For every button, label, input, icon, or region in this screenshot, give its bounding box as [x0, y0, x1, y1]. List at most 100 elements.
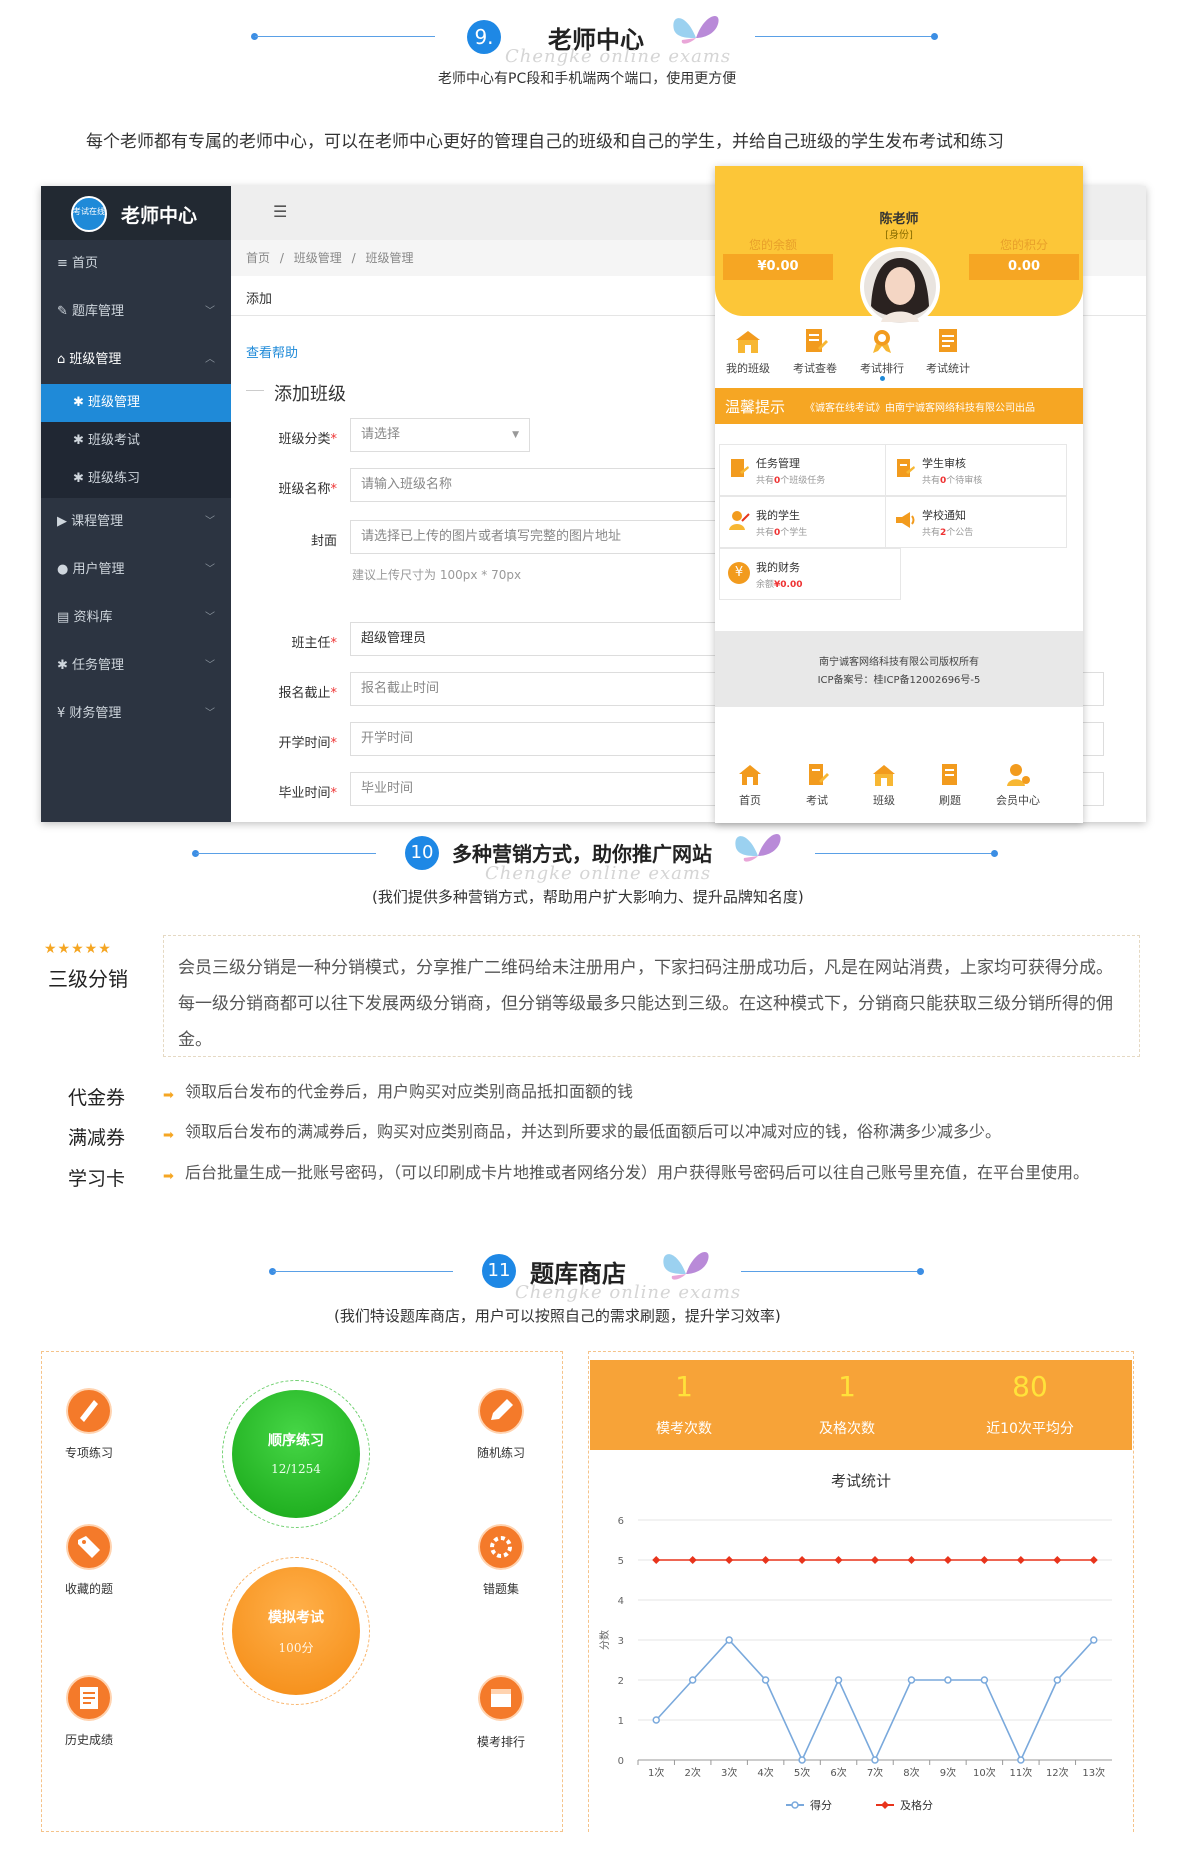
- card-my-finance[interactable]: ¥ 我的财务 余额¥0.00: [719, 548, 901, 600]
- sequential-practice-button[interactable]: 顺序练习 12/1254: [232, 1390, 360, 1518]
- favorite-tag-icon[interactable]: [66, 1524, 112, 1570]
- butterfly-icon: [673, 15, 719, 44]
- tab-add[interactable]: 添加: [246, 288, 272, 307]
- random-practice-icon[interactable]: [478, 1388, 524, 1434]
- sidebar-item-users[interactable]: ● 用户管理 ﹀: [41, 546, 231, 594]
- x-tick-label: 11次: [1009, 1766, 1032, 1779]
- mock-ranking-icon[interactable]: [478, 1675, 524, 1721]
- special-practice-label[interactable]: 专项练习: [39, 1444, 139, 1461]
- average-score-value: 80: [1012, 1370, 1048, 1403]
- statistics-icon[interactable]: [933, 326, 963, 356]
- sidebar-item-class-management[interactable]: ⌂ 班级管理 ︿: [41, 336, 231, 384]
- review-icon: [897, 459, 915, 477]
- section-number-badge: 9.: [467, 20, 501, 54]
- sidebar-item-library[interactable]: ▤ 资料库 ﹀: [41, 594, 231, 642]
- sidebar-item-finance[interactable]: ¥ 财务管理 ﹀: [41, 690, 231, 738]
- briefcase-icon: ▤: [57, 610, 70, 625]
- y-tick-label: 0: [618, 1756, 624, 1767]
- mobile-bottom-nav: 首页 考试 班级 刷题 会员中心: [715, 756, 1083, 823]
- balance-value[interactable]: ¥0.00: [723, 254, 833, 280]
- wrong-questions-label[interactable]: 错题集: [451, 1580, 551, 1597]
- category-select[interactable]: 请选择 ▼: [350, 418, 530, 452]
- x-tick-label: 10次: [973, 1766, 996, 1779]
- series-line-0: [655, 1638, 1095, 1762]
- practice-icon[interactable]: [937, 762, 963, 788]
- data-point: [652, 1556, 661, 1564]
- exam-icon[interactable]: [804, 762, 830, 788]
- card-subtext: 共有0个学生: [756, 528, 808, 538]
- cover-input[interactable]: 请选择已上传的图片或者填写完整的图片地址: [350, 520, 720, 554]
- sidebar-item-home[interactable]: ≡ 首页: [41, 240, 231, 288]
- video-icon: ▶: [57, 514, 67, 529]
- sidebar-item-course[interactable]: ▶ 课程管理 ﹀: [41, 498, 231, 546]
- y-axis-label: 分数: [598, 1630, 611, 1650]
- card-student-review[interactable]: 学生审核 共有0个待审核: [885, 444, 1067, 496]
- card-task-management[interactable]: 任务管理 共有0个班级任务: [719, 444, 901, 496]
- x-tick-label: 13次: [1082, 1766, 1105, 1779]
- card-school-notice[interactable]: 学校通知 共有2个公告: [885, 496, 1067, 548]
- watermark: Chengke online exams: [505, 46, 732, 67]
- form-title: 添加班级: [274, 384, 346, 405]
- breadcrumb-item[interactable]: 班级管理: [365, 251, 413, 265]
- quick-exam-statistics[interactable]: 考试统计: [918, 360, 978, 376]
- medal-icon[interactable]: [867, 326, 897, 356]
- wrong-questions-icon[interactable]: [478, 1524, 524, 1570]
- points-value[interactable]: 0.00: [969, 254, 1079, 280]
- data-point: [725, 1636, 733, 1644]
- head-teacher-input[interactable]: 超级管理员: [350, 622, 720, 656]
- menu-toggle-icon[interactable]: ☰: [273, 202, 287, 221]
- breadcrumb-item[interactable]: 首页: [246, 251, 270, 265]
- sidebar-item-question-bank[interactable]: ✎ 题库管理 ﹀: [41, 288, 231, 336]
- data-point: [1053, 1676, 1062, 1684]
- home-icon[interactable]: [737, 762, 763, 788]
- distribution-label: 三级分销: [48, 967, 128, 991]
- name-label: 班级名称*: [278, 482, 337, 497]
- random-practice-label[interactable]: 随机练习: [451, 1444, 551, 1461]
- user-icon: ●: [57, 562, 69, 577]
- edit-icon: ✎: [57, 304, 68, 319]
- card-subtext: 共有0个待审核: [922, 476, 983, 486]
- x-tick-label: 4次: [757, 1766, 773, 1779]
- chevron-down-icon: ﹀: [205, 564, 215, 575]
- nav-practice[interactable]: 刷题: [920, 792, 980, 808]
- nav-exam[interactable]: 考试: [787, 792, 847, 808]
- x-tick-label: 2次: [685, 1766, 701, 1779]
- chevron-down-icon: ﹀: [205, 708, 215, 719]
- nav-home[interactable]: 首页: [720, 792, 780, 808]
- chevron-down-icon: ﹀: [205, 306, 215, 317]
- average-score-label: 近10次平均分: [986, 1421, 1074, 1437]
- breadcrumb-item[interactable]: 班级管理: [294, 251, 342, 265]
- history-score-label[interactable]: 历史成绩: [39, 1731, 139, 1748]
- history-score-icon[interactable]: [66, 1675, 112, 1721]
- school-icon[interactable]: [733, 326, 763, 356]
- mock-exam-button[interactable]: 模拟考试 100分: [232, 1567, 360, 1695]
- quick-exam-review[interactable]: 考试查卷: [785, 360, 845, 376]
- school-icon[interactable]: [871, 762, 897, 788]
- sidebar-item-tasks[interactable]: ✱ 任务管理 ﹀: [41, 642, 231, 690]
- header-line: [196, 853, 376, 854]
- favorite-questions-label[interactable]: 收藏的题: [39, 1580, 139, 1597]
- section-number-badge: 10: [405, 836, 439, 870]
- class-name-input[interactable]: 请输入班级名称: [350, 468, 720, 502]
- card-my-students[interactable]: 我的学生 共有0个学生: [719, 496, 901, 548]
- member-icon[interactable]: [1005, 762, 1031, 788]
- y-tick-label: 5: [618, 1556, 624, 1567]
- x-tick-label: 7次: [867, 1766, 883, 1779]
- help-link[interactable]: 查看帮助: [246, 342, 298, 361]
- start-label: 开学时间*: [278, 736, 337, 751]
- sidebar-subitem-class-management[interactable]: ✱ 班级管理: [41, 384, 231, 422]
- nav-member-center[interactable]: 会员中心: [988, 792, 1048, 808]
- nav-class[interactable]: 班级: [854, 792, 914, 808]
- y-tick-label: 6: [618, 1516, 624, 1527]
- sidebar-subitem-class-exam[interactable]: ✱ 班级考试: [41, 422, 231, 460]
- sidebar-subitem-class-practice[interactable]: ✱ 班级练习: [41, 460, 231, 498]
- mock-ranking-label[interactable]: 模考排行: [451, 1733, 551, 1750]
- section-number-badge: 11: [482, 1254, 516, 1288]
- data-point: [761, 1556, 770, 1564]
- special-practice-icon[interactable]: [66, 1388, 112, 1434]
- exam-paper-icon[interactable]: [800, 326, 830, 356]
- data-point: [1090, 1636, 1098, 1644]
- mock-count-value: 1: [675, 1370, 693, 1403]
- quick-my-class[interactable]: 我的班级: [718, 360, 778, 376]
- quick-exam-ranking[interactable]: 考试排行: [852, 360, 912, 376]
